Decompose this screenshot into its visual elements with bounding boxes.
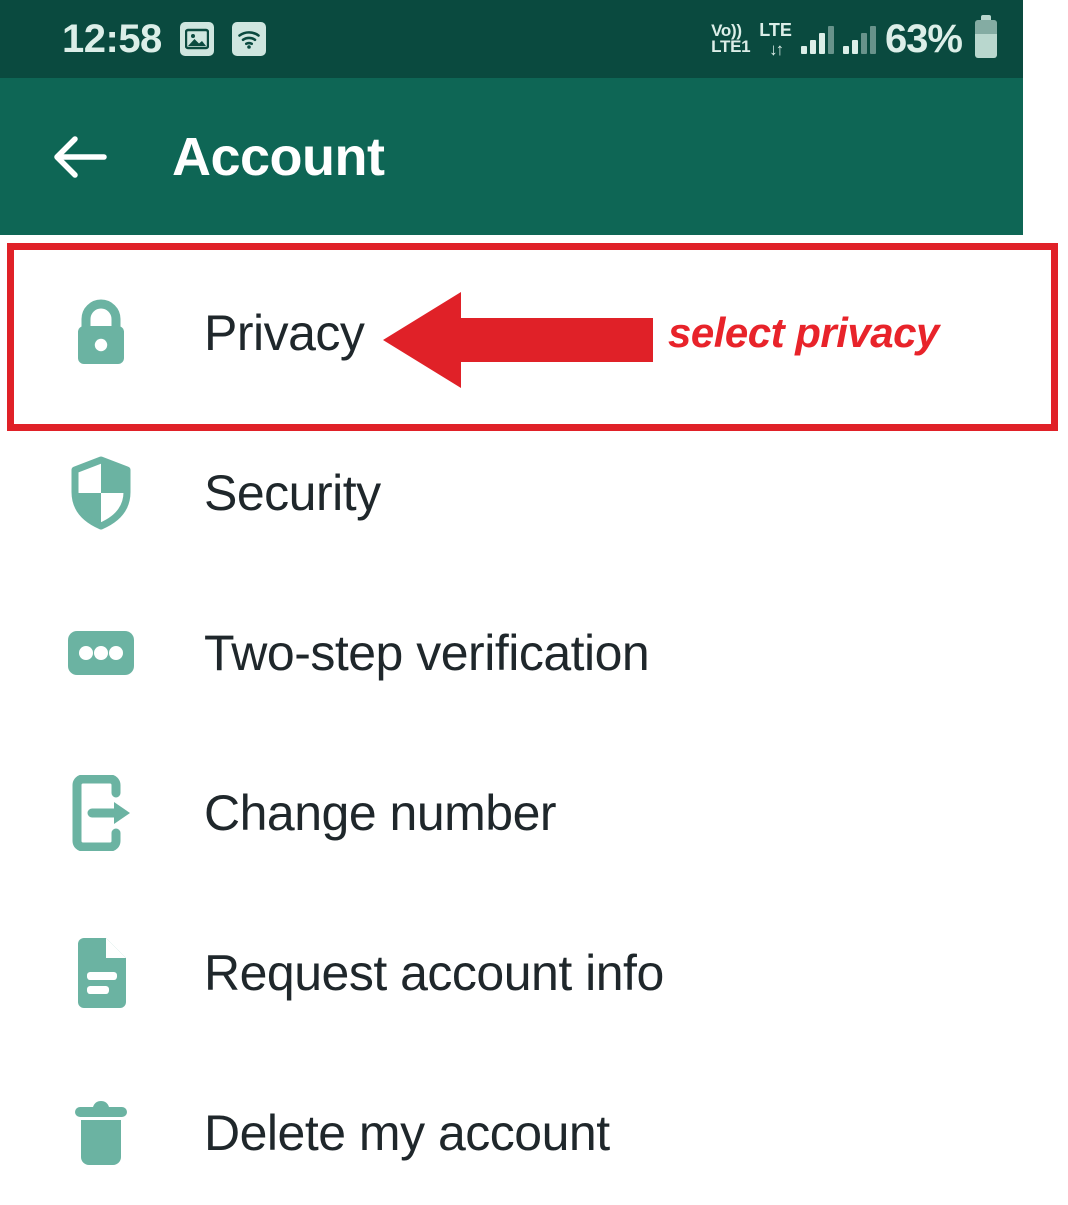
photo-icon [179,22,214,56]
list-item-label: Two-step verification [204,625,650,681]
list-item-label: Privacy [204,305,365,361]
status-bar-left: 12:58 [62,19,266,59]
phone-screen: 12:58 Vo)) LTE1 LTE ↓↑ 63% Account Priva… [0,0,1068,1205]
shield-icon [62,456,140,530]
list-item-label: Delete my account [204,1105,610,1161]
phone-exit-arrow-icon [62,775,140,851]
data-transfer-arrows-icon: ↓↑ [769,39,784,59]
list-item-label: Security [204,465,381,521]
list-item-change-number[interactable]: Change number [0,733,1068,893]
status-bar-right: Vo)) LTE1 LTE ↓↑ 63% [711,15,997,61]
signal-bars-sim2-icon [842,24,876,54]
battery-icon [975,15,997,58]
trash-icon [62,1097,140,1169]
volte-line-2: LTE1 [711,37,751,56]
app-bar: Account [0,78,1023,235]
list-item-delete-my-account[interactable]: Delete my account [0,1053,1068,1205]
list-item-request-account-info[interactable]: Request account info [0,893,1068,1053]
document-icon [62,936,140,1010]
back-arrow-icon[interactable] [48,124,114,190]
password-dots-icon [62,627,140,679]
list-item-security[interactable]: Security [0,413,1068,573]
battery-percent-label: 63% [884,17,963,61]
signal-bars-sim1-icon [800,24,834,54]
volte-indicator-icon: Vo)) LTE1 [711,22,751,56]
lte-indicator-icon: LTE ↓↑ [759,21,792,58]
callout-arrow-icon [383,288,653,392]
page-title: Account [172,126,385,187]
list-item-label: Change number [204,785,557,841]
status-bar: 12:58 Vo)) LTE1 LTE ↓↑ 63% [0,0,1023,78]
lock-icon [62,298,140,368]
lte-label: LTE [759,19,792,40]
callout-text: select privacy [668,309,939,356]
status-bar-clock: 12:58 [62,17,162,61]
list-item-label: Request account info [204,945,664,1001]
wifi-icon [231,22,266,56]
list-item-two-step-verification[interactable]: Two-step verification [0,573,1068,733]
